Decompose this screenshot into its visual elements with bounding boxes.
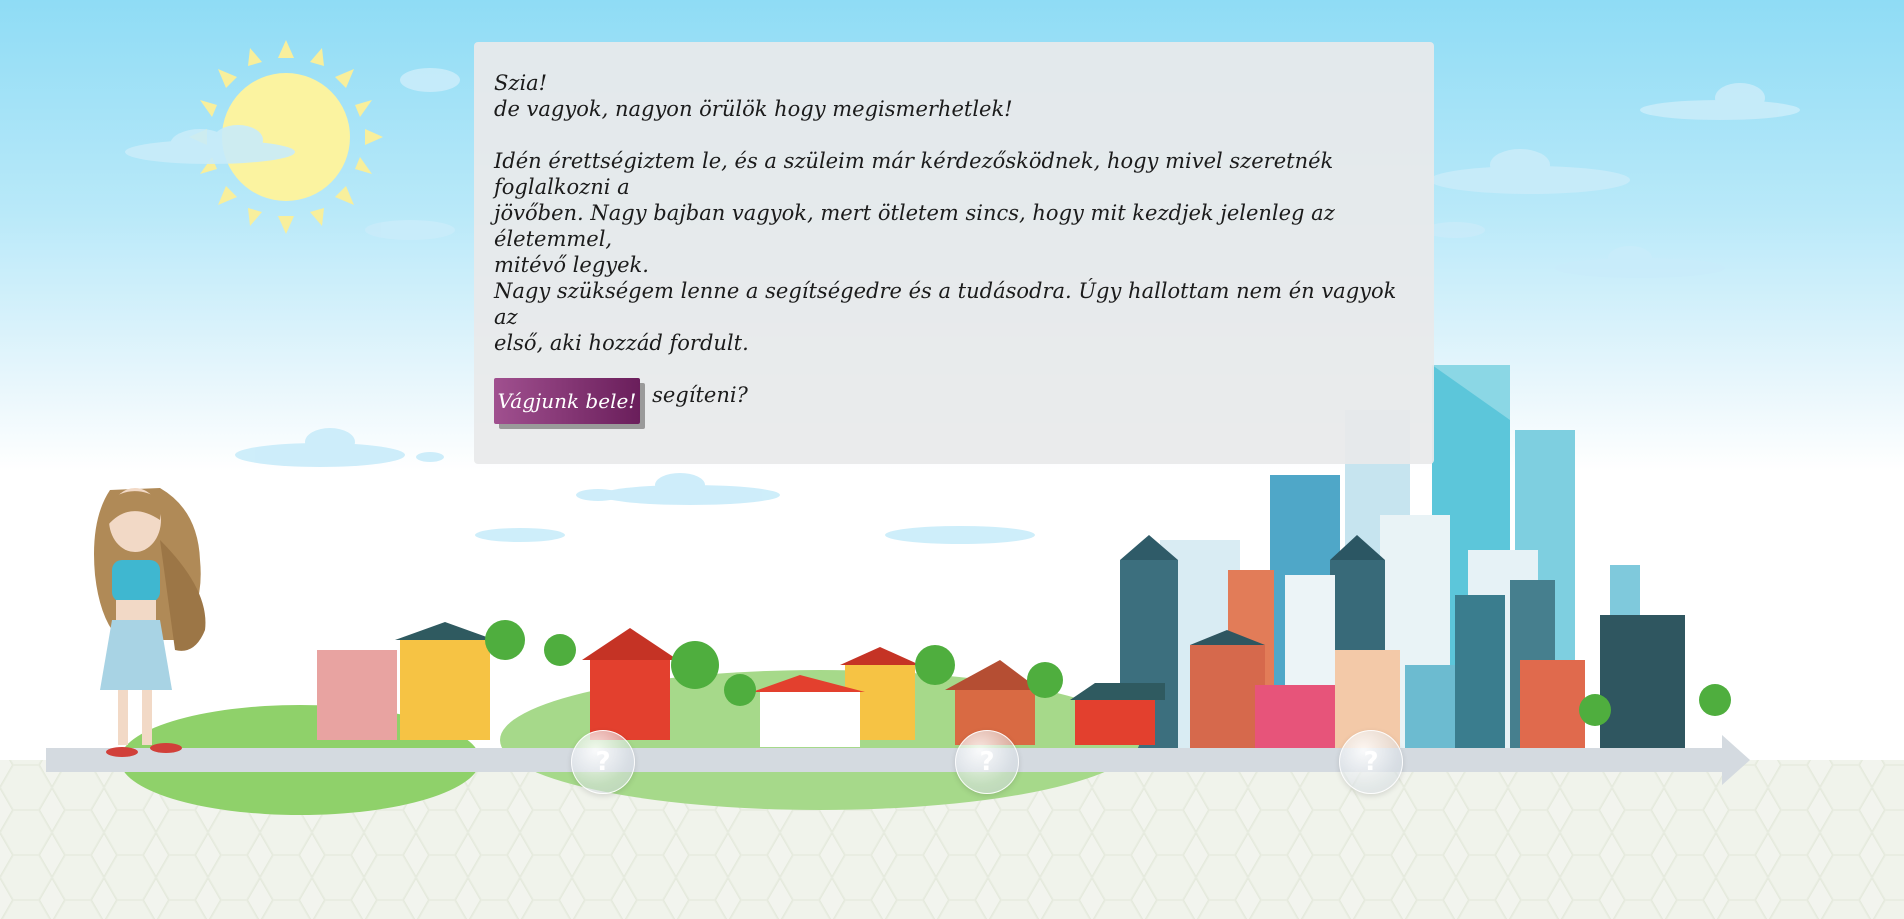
intro-dialog: Szia! de vagyok, nagyon örülök hogy megi… [474,42,1434,464]
girl-character [94,488,206,757]
station-3[interactable]: ? [1339,730,1403,794]
story-paragraph-1: Idén érettségiztem le, és a szüleim már … [494,149,1335,277]
greeting-text: Szia! [494,71,548,95]
station-1[interactable]: ? [571,730,635,794]
story-paragraph-2: Nagy szükségem lenne a segítségedre és a… [494,279,1397,355]
station-2[interactable]: ? [955,730,1019,794]
intro-line: de vagyok, nagyon örülök hogy megismerhe… [494,97,1013,121]
start-button[interactable]: Vágjunk bele! [494,378,640,424]
